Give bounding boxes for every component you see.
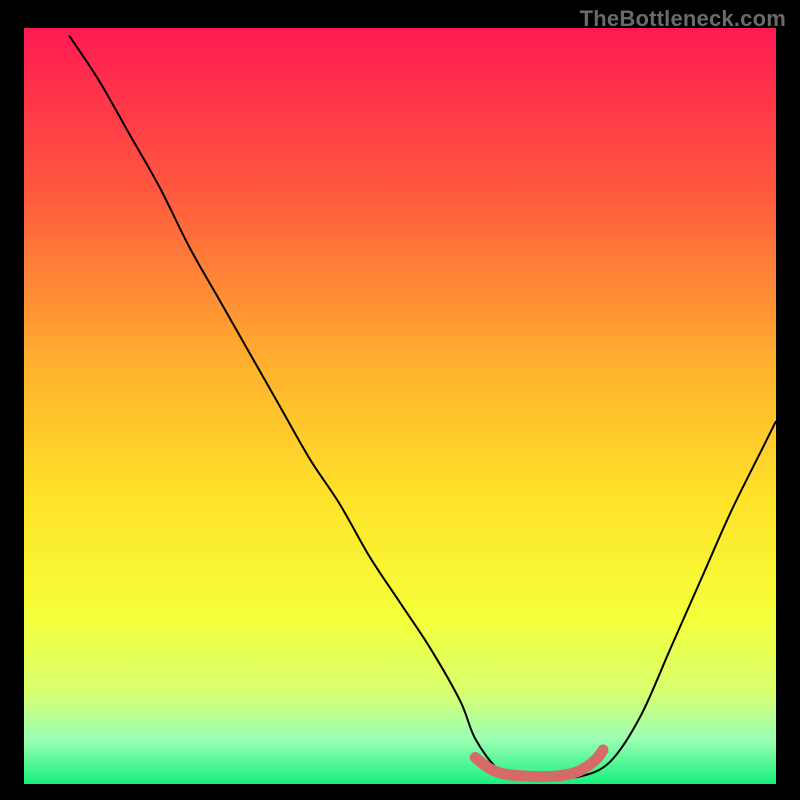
gradient-background <box>24 28 776 784</box>
chart-frame: TheBottleneck.com <box>0 0 800 800</box>
chart-plot-area <box>24 28 776 784</box>
chart-svg <box>24 28 776 784</box>
